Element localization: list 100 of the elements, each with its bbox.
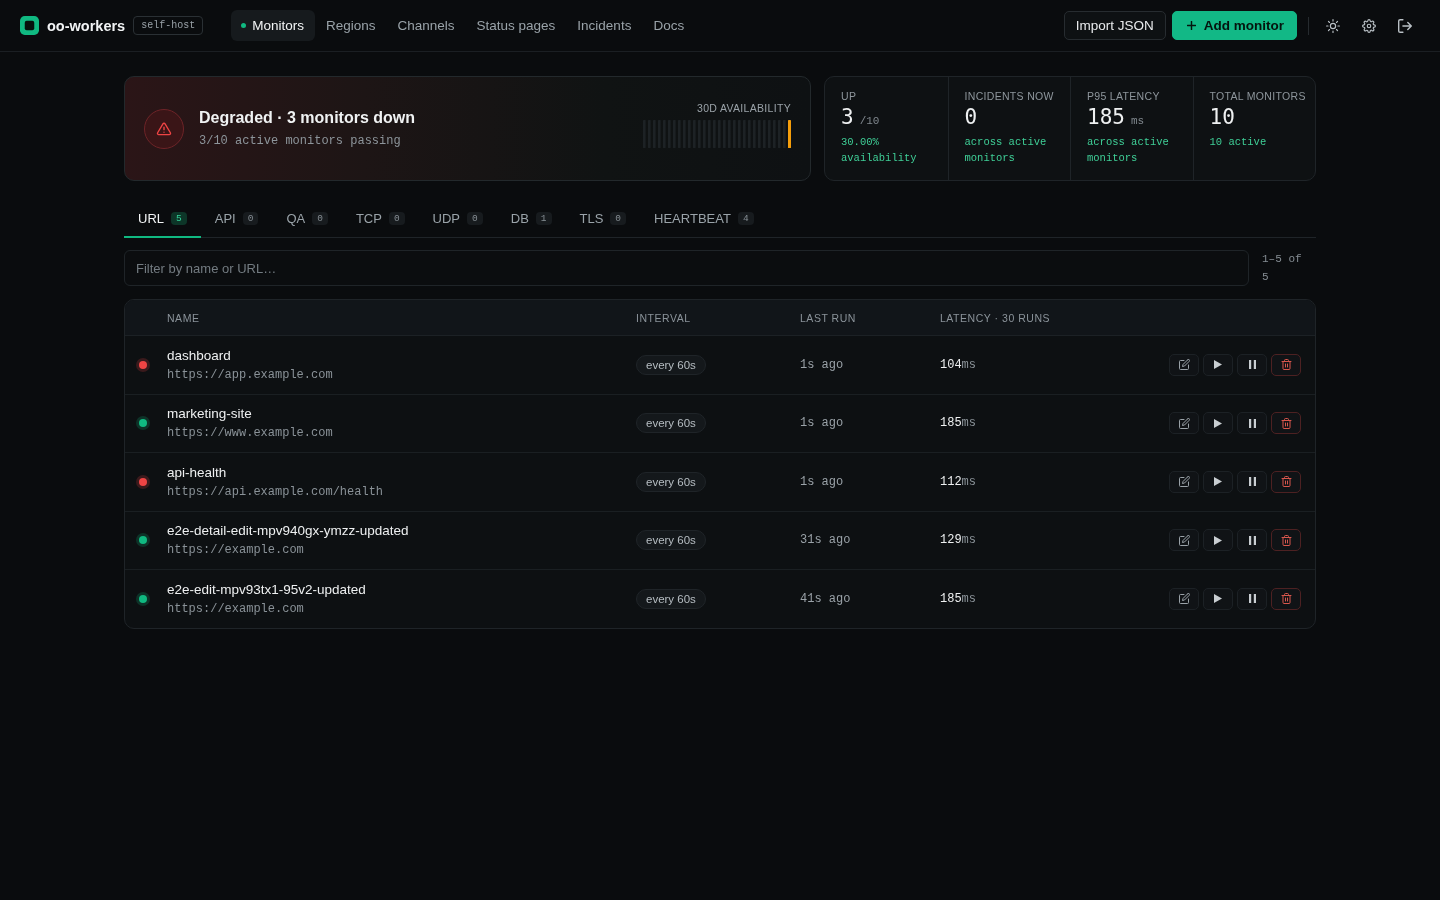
- pause-icon: [1248, 360, 1256, 370]
- tab[interactable]: TLS 0: [565, 201, 641, 238]
- count-badge: 4: [737, 212, 754, 225]
- outline-button[interactable]: Import JSON: [1063, 11, 1166, 40]
- latency-value: 185ms: [940, 416, 976, 431]
- stat-value: 185: [1087, 105, 1125, 129]
- stat-note: across active monitors: [1087, 135, 1170, 166]
- pause-button[interactable]: [1237, 587, 1267, 610]
- edit-button[interactable]: [1169, 353, 1199, 376]
- count-badge: 0: [610, 212, 627, 225]
- latency-value: 129ms: [940, 533, 976, 548]
- interval-tag: every 60s: [636, 530, 706, 551]
- interval-tag: every 60s: [636, 354, 706, 375]
- nav-link[interactable]: Regions: [314, 10, 387, 41]
- gear-icon[interactable]: [1362, 18, 1376, 33]
- tab[interactable]: TCP 0: [341, 201, 419, 238]
- filter-field[interactable]: Filter by name or URL…: [124, 250, 1249, 286]
- pencil-square-icon: [1178, 476, 1190, 488]
- tab[interactable]: DB 1: [496, 201, 566, 238]
- run-button[interactable]: [1203, 470, 1233, 493]
- delete-button[interactable]: [1271, 470, 1301, 493]
- play-icon: [1214, 477, 1222, 487]
- play-icon: [1214, 594, 1222, 604]
- stat-label: TOTAL MONITORS: [1209, 90, 1307, 102]
- monitor-url: https://example.com: [167, 601, 304, 616]
- play-icon: [1214, 418, 1222, 428]
- stat-value: 3: [841, 105, 854, 129]
- run-button[interactable]: [1203, 529, 1233, 552]
- tab[interactable]: QA 0: [272, 201, 342, 238]
- interval-tag: every 60s: [636, 588, 706, 609]
- stat-note: 10 active: [1209, 135, 1268, 150]
- monitor-url: https://www.example.com: [167, 426, 333, 441]
- nav-link[interactable]: Monitors: [231, 10, 315, 41]
- run-button[interactable]: [1203, 587, 1233, 610]
- pencil-square-icon: [1178, 534, 1190, 546]
- monitor-name[interactable]: marketing-site: [167, 406, 252, 422]
- pause-icon: [1248, 418, 1256, 428]
- pause-icon: [1248, 535, 1256, 545]
- interval-tag: every 60s: [636, 413, 706, 434]
- edit-button[interactable]: [1169, 412, 1199, 435]
- edit-button[interactable]: [1169, 587, 1199, 610]
- host-badge: self-host: [133, 16, 204, 35]
- pagination-text: 1–5 of 5: [1262, 252, 1303, 285]
- nav-link[interactable]: Channels: [386, 10, 466, 41]
- brand-name: oo-workers: [47, 17, 126, 34]
- monitor-name[interactable]: api-health: [167, 464, 227, 480]
- plus-icon: [1186, 21, 1196, 30]
- column-header: LAST RUN: [800, 311, 857, 324]
- add-button[interactable]: Add monitor: [1171, 11, 1297, 40]
- nav-link[interactable]: Docs: [642, 10, 696, 41]
- last-run-text: 1s ago: [800, 474, 844, 489]
- pause-button[interactable]: [1237, 529, 1267, 552]
- monitor-url: https://api.example.com/health: [167, 484, 384, 499]
- monitor-name[interactable]: dashboard: [167, 347, 231, 363]
- pause-button[interactable]: [1237, 353, 1267, 376]
- banner-subtitle: 3/10 active monitors passing: [199, 134, 402, 148]
- column-header: LATENCY · 30 RUNS: [940, 311, 1052, 324]
- run-button[interactable]: [1203, 412, 1233, 435]
- trash-icon: [1280, 476, 1292, 488]
- monitor-name[interactable]: e2e-detail-edit-mpv940gx-ymzz-updated: [167, 523, 409, 539]
- count-badge: 0: [312, 212, 328, 225]
- tab[interactable]: URL 5: [124, 201, 201, 238]
- count-badge: 0: [388, 212, 405, 225]
- delete-button[interactable]: [1271, 587, 1301, 610]
- pause-icon: [1248, 594, 1256, 604]
- pencil-square-icon: [1178, 417, 1190, 429]
- stat-unit: /10: [859, 115, 880, 127]
- monitor-url: https://app.example.com: [167, 367, 333, 382]
- pencil-square-icon: [1178, 593, 1190, 605]
- count-badge: 1: [535, 212, 552, 225]
- interval-tag: every 60s: [636, 471, 706, 492]
- last-run-text: 41s ago: [800, 591, 851, 606]
- delete-button[interactable]: [1271, 412, 1301, 435]
- sun-icon[interactable]: [1326, 18, 1340, 33]
- tab[interactable]: UDP 0: [418, 201, 497, 238]
- exit-arrow-icon[interactable]: [1398, 18, 1412, 33]
- nav-link[interactable]: Incidents: [566, 10, 643, 41]
- last-run-text: 31s ago: [800, 533, 851, 548]
- banner-title: Degraded · 3 monitors down: [199, 109, 415, 127]
- chart-label: 30D AVAILABILITY: [697, 101, 791, 114]
- edit-button[interactable]: [1169, 470, 1199, 493]
- monitor-name[interactable]: e2e-edit-mpv93tx1-95v2-updated: [167, 581, 366, 597]
- logo-icon: [20, 16, 39, 35]
- play-icon: [1214, 360, 1222, 370]
- pause-button[interactable]: [1237, 470, 1267, 493]
- last-run-text: 1s ago: [800, 357, 844, 372]
- delete-button[interactable]: [1271, 353, 1301, 376]
- delete-button[interactable]: [1271, 529, 1301, 552]
- stat-label: INCIDENTS NOW: [964, 90, 1055, 102]
- tab[interactable]: HEARTBEAT 4: [640, 201, 768, 238]
- pause-button[interactable]: [1237, 412, 1267, 435]
- column-header: INTERVAL: [636, 311, 692, 324]
- nav-link[interactable]: Status pages: [465, 10, 567, 41]
- trash-icon: [1280, 593, 1292, 605]
- latency-value: 104ms: [940, 357, 976, 372]
- run-button[interactable]: [1203, 353, 1233, 376]
- pause-icon: [1248, 477, 1256, 487]
- tab[interactable]: API 0: [200, 201, 273, 238]
- count-badge: 5: [171, 212, 187, 225]
- edit-button[interactable]: [1169, 529, 1199, 552]
